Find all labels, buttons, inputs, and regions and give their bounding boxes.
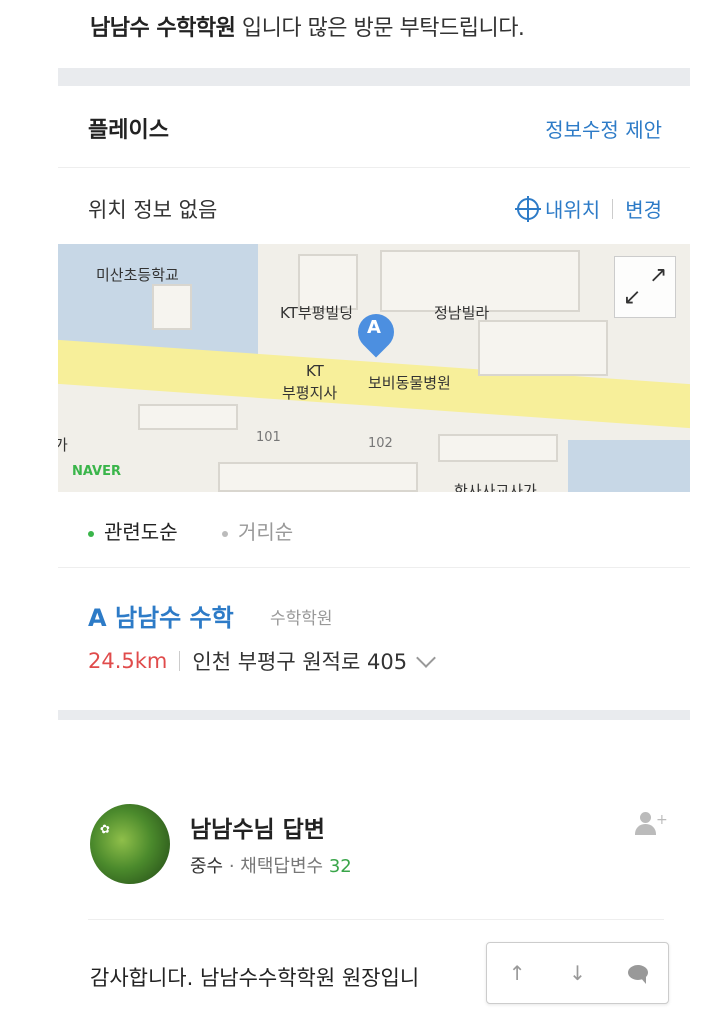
sort-distance[interactable]: 거리순 — [222, 516, 293, 545]
place-title: 플레이스 — [88, 118, 169, 143]
map-label-branch: 부평지사 — [282, 384, 338, 402]
location-actions: 내위치 변경 — [514, 194, 662, 223]
map-block — [438, 434, 558, 462]
my-location-button[interactable]: 내위치 — [545, 194, 600, 223]
arrow-down-left-icon: ↙ — [623, 285, 642, 310]
floating-toolbar: ↑ ↓ — [486, 942, 669, 1004]
result-category: 수학학원 — [270, 609, 333, 629]
sort-relevance-label: 관련도순 — [104, 520, 178, 544]
map-block — [138, 404, 238, 430]
result-title[interactable]: A 남남수 수학 — [88, 598, 234, 633]
map-label-villa: 정남빌라 — [434, 304, 490, 322]
result-name: 남남수 수학 — [114, 604, 234, 632]
map-label-kt: KT — [306, 362, 324, 380]
avatar[interactable]: ✿ — [90, 804, 170, 884]
add-friend-body — [635, 824, 656, 835]
sort-options: 관련도순 거리순 — [58, 492, 690, 568]
map-block — [218, 462, 418, 492]
scroll-up-icon[interactable]: ↑ — [497, 961, 537, 985]
sort-distance-label: 거리순 — [238, 520, 294, 544]
academy-name: 남남수 수학학원 — [90, 16, 236, 41]
answerer-meta: 중수 · 채택답변수 32 — [190, 852, 352, 878]
road-number: 102 — [368, 436, 393, 451]
change-location-button[interactable]: 변경 — [625, 194, 662, 223]
section-divider — [58, 710, 690, 720]
water-area — [568, 440, 690, 492]
answer-count: 32 — [328, 856, 352, 877]
result-letter: A — [88, 604, 107, 632]
suggest-edit-link[interactable]: 정보수정 제안 — [545, 114, 662, 143]
intro-message: 입니다 많은 방문 부탁드립니다. — [235, 16, 525, 41]
result-info: 24.5km 인천 부평구 원적로 405 — [88, 646, 436, 676]
naver-logo: NAVER — [72, 464, 122, 479]
expand-map-button[interactable]: ↗ ↙ — [614, 256, 676, 318]
add-friend-plus: + — [656, 812, 668, 828]
map-label-building: KT부평빌딩 — [280, 304, 354, 322]
map-block — [478, 320, 608, 376]
add-friend-head — [640, 812, 651, 823]
place-result[interactable]: A 남남수 수학 수학학원 24.5km 인천 부평구 원적로 405 — [58, 568, 690, 710]
answerer-name[interactable]: 남남수님 답변 — [190, 810, 325, 844]
unselected-dot-icon — [222, 530, 228, 537]
map-pin-letter: A — [367, 317, 381, 338]
map-label-bottom: 한사사교사가 — [454, 482, 537, 492]
result-address: 인천 부평구 원적로 405 — [192, 650, 408, 674]
scroll-down-icon[interactable]: ↓ — [557, 961, 597, 985]
selected-dot-icon — [88, 530, 94, 537]
map[interactable]: 미산초등학교 KT부평빌딩 정남빌라 KT 부평지사 보비동물병원 101 10… — [58, 244, 690, 492]
add-friend-icon[interactable]: + — [634, 812, 668, 838]
chevron-down-icon[interactable] — [416, 648, 436, 668]
map-label-school: 미산초등학교 — [96, 266, 179, 284]
section-divider — [58, 68, 690, 86]
avatar-image-icon: ✿ — [98, 821, 112, 837]
arrow-up-right-icon: ↗ — [649, 263, 668, 288]
crosshair-icon[interactable] — [514, 195, 541, 222]
location-status: 위치 정보 없음 — [88, 198, 218, 222]
divider — [612, 198, 614, 219]
location-row: 위치 정보 없음 내위치 변경 — [58, 168, 690, 244]
map-block — [152, 284, 192, 330]
map-label-hospital: 보비동물병원 — [368, 374, 451, 392]
comment-icon[interactable] — [618, 961, 658, 985]
intro-text: 남남수 수학학원 입니다 많은 방문 부탁드립니다. — [90, 10, 525, 42]
road-number: 101 — [256, 430, 281, 445]
divider — [179, 651, 181, 671]
answer-text: 감사합니다. 남남수수학학원 원장입니 — [90, 966, 420, 990]
sort-relevance[interactable]: 관련도순 — [88, 516, 178, 545]
answer-header: ✿ 남남수님 답변 중수 · 채택답변수 32 + — [88, 800, 668, 920]
result-distance: 24.5km — [88, 649, 168, 673]
map-label-edge: 가 — [58, 436, 68, 454]
answer-count-label: · 채택답변수 — [223, 856, 329, 877]
answerer-grade: 중수 — [190, 856, 224, 877]
place-header: 플레이스 정보수정 제안 — [58, 86, 690, 168]
